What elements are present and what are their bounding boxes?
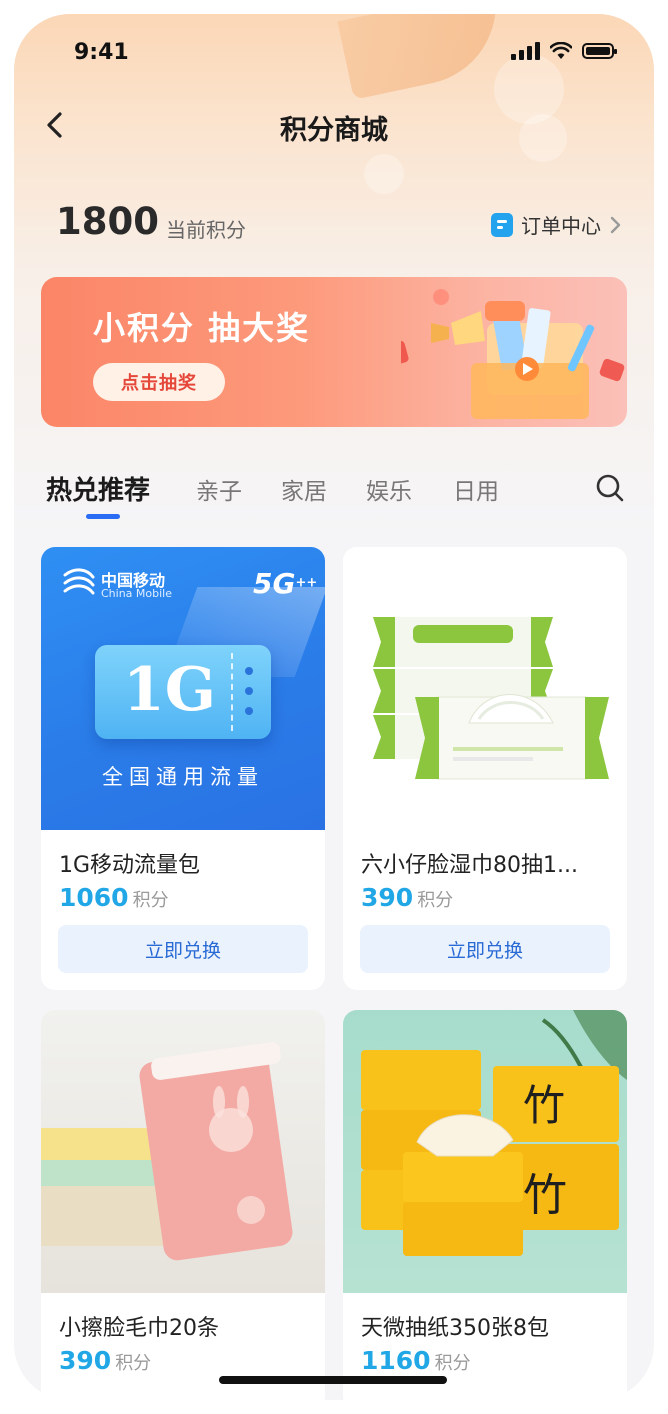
wifi-icon: [550, 42, 572, 59]
product-card[interactable]: 六小仔脸湿巾80抽1... 390 积分 立即兑换: [343, 547, 627, 990]
product-name: 小擦脸毛巾20条: [59, 1316, 219, 1341]
order-center-label: 订单中心: [521, 214, 601, 238]
active-tab-indicator: [86, 514, 120, 519]
product-card[interactable]: 竹 竹 天微抽纸350张8包 1160 积分: [343, 1010, 627, 1400]
order-center-link[interactable]: 订单中心: [491, 210, 621, 239]
tab-kids[interactable]: 亲子: [196, 472, 242, 506]
search-icon[interactable]: [594, 472, 626, 504]
product-image: 竹 竹: [343, 1010, 627, 1293]
product-image: [41, 1010, 325, 1293]
redeem-button[interactable]: 立即兑换: [58, 925, 308, 973]
page-title: 积分商城: [280, 115, 388, 146]
battery-icon: [582, 43, 617, 59]
product-card[interactable]: 小擦脸毛巾20条 390 积分: [41, 1010, 325, 1400]
product-points: 1060 积分: [59, 883, 169, 912]
status-time: 9:41: [74, 40, 129, 65]
chevron-right-icon: [610, 216, 621, 233]
lottery-button[interactable]: 点击抽奖: [93, 363, 225, 401]
nav-bar: 积分商城: [14, 104, 654, 148]
cellular-signal-icon: [511, 42, 540, 60]
product-name: 1G移动流量包: [59, 853, 201, 878]
order-list-icon: [491, 212, 513, 237]
brand-en: China Mobile: [101, 587, 173, 600]
tab-home[interactable]: 家居: [281, 472, 327, 506]
redeem-button[interactable]: 立即兑换: [360, 925, 610, 973]
data-caption: 全国通用流量: [102, 765, 264, 789]
home-indicator: [219, 1376, 447, 1384]
product-card[interactable]: 中国移动 China Mobile 5G++ 1G 全国通用流量 1G移动流量包…: [41, 547, 325, 990]
svg-text:竹: 竹: [523, 1081, 565, 1130]
wet-wipes-illustration: [373, 617, 609, 780]
status-bar: 9:41: [14, 14, 654, 94]
points-label: 当前积分: [166, 218, 246, 242]
gift-box-illustration: [401, 289, 625, 419]
decorative-bubble: [364, 154, 404, 194]
tab-hot-recommend[interactable]: 热兑推荐: [46, 470, 150, 507]
product-points: 390 积分: [59, 1346, 152, 1375]
product-points: 1160 积分: [361, 1346, 471, 1375]
category-tabs: 热兑推荐 亲子 家居 娱乐 日用: [46, 472, 626, 532]
lottery-banner[interactable]: 小积分 抽大奖 点击抽奖: [41, 277, 627, 427]
product-image: 中国移动 China Mobile 5G++ 1G 全国通用流量: [41, 547, 325, 830]
product-points: 390 积分: [361, 883, 454, 912]
points-value: 1800: [56, 200, 159, 243]
product-name: 天微抽纸350张8包: [361, 1316, 549, 1341]
points-summary: 1800 当前积分 订单中心: [56, 200, 621, 250]
tab-daily[interactable]: 日用: [453, 472, 499, 506]
tissue-box-illustration: 竹 竹: [361, 1010, 627, 1256]
china-mobile-logo-icon: [63, 568, 95, 595]
phone-screen: 9:41 积分商城 1800 当前积分 订单中心 小积分 抽大奖 点击抽奖 热兑…: [14, 14, 654, 1400]
banner-title: 小积分 抽大奖: [93, 309, 311, 347]
status-icons: [511, 42, 617, 60]
towel-illustration: [41, 1042, 293, 1261]
data-ticket: 1G: [95, 645, 271, 739]
svg-text:竹: 竹: [523, 1170, 567, 1221]
product-image: [343, 547, 627, 830]
tab-entertainment[interactable]: 娱乐: [366, 472, 412, 506]
product-name: 六小仔脸湿巾80抽1...: [361, 853, 578, 878]
